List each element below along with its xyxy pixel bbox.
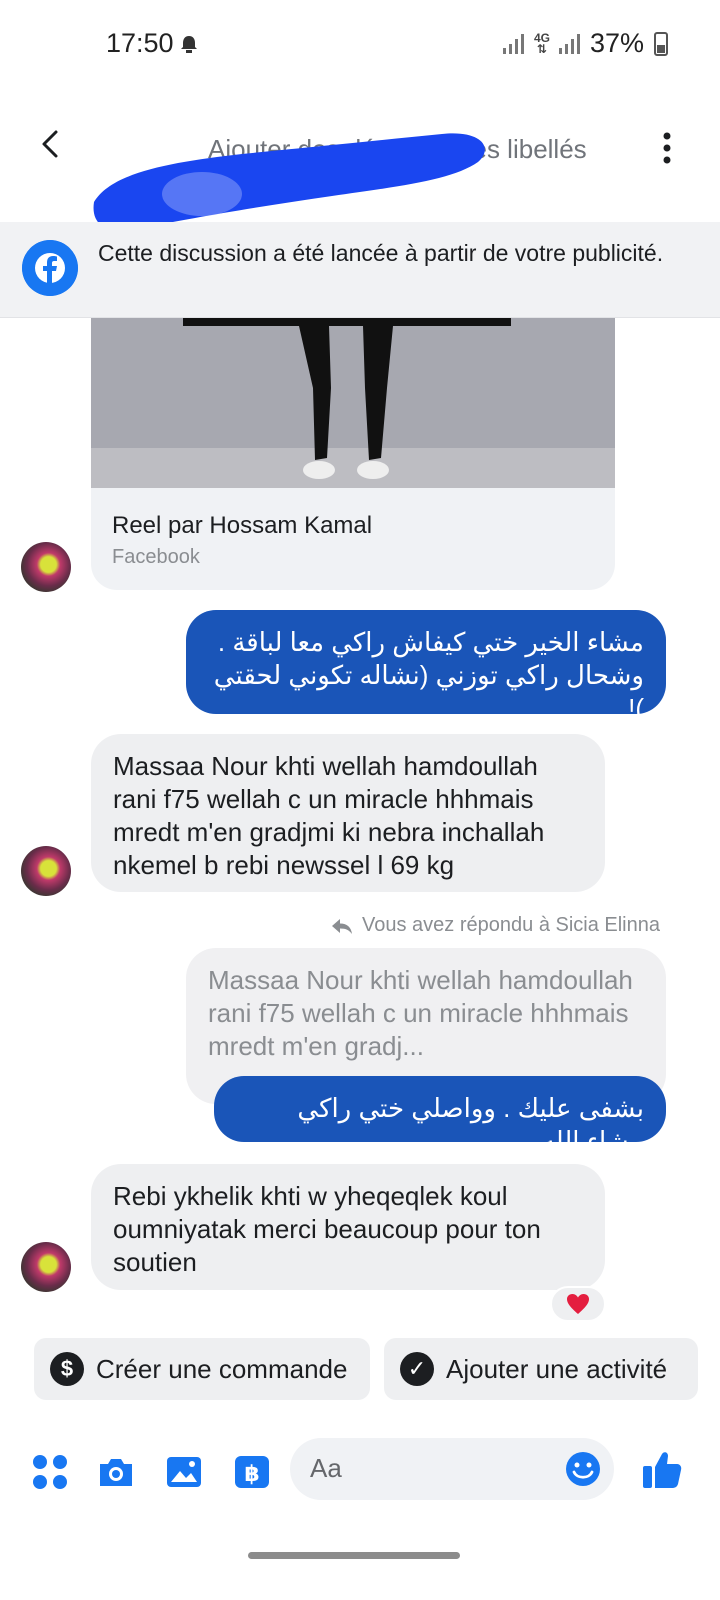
reply-arrow-icon bbox=[332, 918, 353, 934]
message-text: Massaa Nour khti wellah hamdoullah rani … bbox=[113, 751, 545, 880]
reel-source: Facebook bbox=[112, 546, 200, 568]
status-time: 17:50 bbox=[106, 28, 174, 58]
reply-label: Vous avez répondu à Sicia Elinna bbox=[362, 914, 660, 936]
reel-thumbnail bbox=[91, 318, 615, 488]
ad-origin-notice: Cette discussion a été lancée à partir d… bbox=[0, 222, 720, 318]
message-input[interactable]: Aa bbox=[290, 1438, 614, 1500]
reply-indicator: Vous avez répondu à Sicia Elinna bbox=[330, 914, 660, 937]
camera-icon[interactable] bbox=[96, 1452, 136, 1492]
battery-percent: 37% bbox=[589, 28, 644, 58]
quoted-text: Massaa Nour khti wellah hamdoullah rani … bbox=[208, 965, 633, 1061]
notification-icon bbox=[181, 36, 197, 53]
heart-icon bbox=[567, 1294, 589, 1314]
status-indicators: 4G ⇅ 37% bbox=[502, 28, 668, 59]
input-placeholder: Aa bbox=[310, 1453, 342, 1483]
create-order-label: Créer une commande bbox=[96, 1353, 348, 1384]
dollar-icon: $ bbox=[50, 1352, 84, 1386]
status-bar: 17:50 4G ⇅ 37% bbox=[0, 0, 720, 88]
add-activity-label: Ajouter une activité bbox=[446, 1353, 668, 1384]
create-order-button[interactable]: $ Créer une commande bbox=[34, 1338, 370, 1400]
facebook-logo-icon bbox=[22, 240, 78, 296]
message-reaction[interactable] bbox=[550, 1286, 606, 1322]
shared-reel-card[interactable]: Reel par Hossam Kamal Facebook bbox=[91, 318, 615, 590]
signal-icon bbox=[502, 33, 524, 54]
conversation-header: Ajouter des détails et des libellés bbox=[0, 88, 720, 231]
message-text: بشفى عليك . وواصلي ختي راكي مشاء الله bbox=[297, 1093, 644, 1156]
checkmark-icon: ✓ bbox=[400, 1352, 434, 1386]
outgoing-message[interactable]: بشفى عليك . وواصلي ختي راكي مشاء الله bbox=[214, 1076, 666, 1156]
gallery-icon[interactable] bbox=[164, 1452, 204, 1492]
payment-icon[interactable]: ฿ bbox=[232, 1452, 272, 1492]
add-activity-button[interactable]: ✓ Ajouter une activité bbox=[384, 1338, 698, 1400]
menu-grid-icon[interactable] bbox=[30, 1452, 70, 1492]
contact-avatar[interactable] bbox=[21, 542, 71, 592]
contact-avatar[interactable] bbox=[21, 846, 71, 896]
back-arrow-icon[interactable] bbox=[30, 124, 70, 164]
message-list[interactable]: Reel par Hossam Kamal Facebook مشاء الخي… bbox=[0, 318, 720, 1338]
outgoing-message[interactable]: مشاء الخير ختي كيفاش راكي معا لباقة . وش… bbox=[186, 610, 666, 723]
network-type: 4G ⇅ bbox=[533, 30, 550, 56]
contact-avatar[interactable] bbox=[21, 1242, 71, 1292]
home-indicator[interactable] bbox=[248, 1552, 460, 1559]
like-thumbs-up-icon[interactable] bbox=[640, 1448, 684, 1492]
incoming-message[interactable]: Rebi ykhelik khti w yheqeqlek koul oumni… bbox=[91, 1164, 605, 1290]
battery-icon bbox=[654, 31, 668, 56]
message-composer: ฿ Aa bbox=[0, 1420, 720, 1530]
emoji-icon[interactable] bbox=[564, 1450, 602, 1488]
reel-title: Reel par Hossam Kamal bbox=[112, 512, 373, 539]
incoming-message[interactable]: Massaa Nour khti wellah hamdoullah rani … bbox=[91, 734, 605, 892]
message-text: مشاء الخير ختي كيفاش راكي معا لباقة . وش… bbox=[213, 627, 644, 723]
notice-text: Cette discussion a été lancée à partir d… bbox=[98, 240, 664, 266]
message-text: Rebi ykhelik khti w yheqeqlek koul oumni… bbox=[113, 1181, 541, 1277]
signal-icon-2 bbox=[558, 33, 580, 54]
more-options-icon[interactable] bbox=[652, 128, 682, 168]
svg-text:฿: ฿ bbox=[244, 1462, 259, 1487]
